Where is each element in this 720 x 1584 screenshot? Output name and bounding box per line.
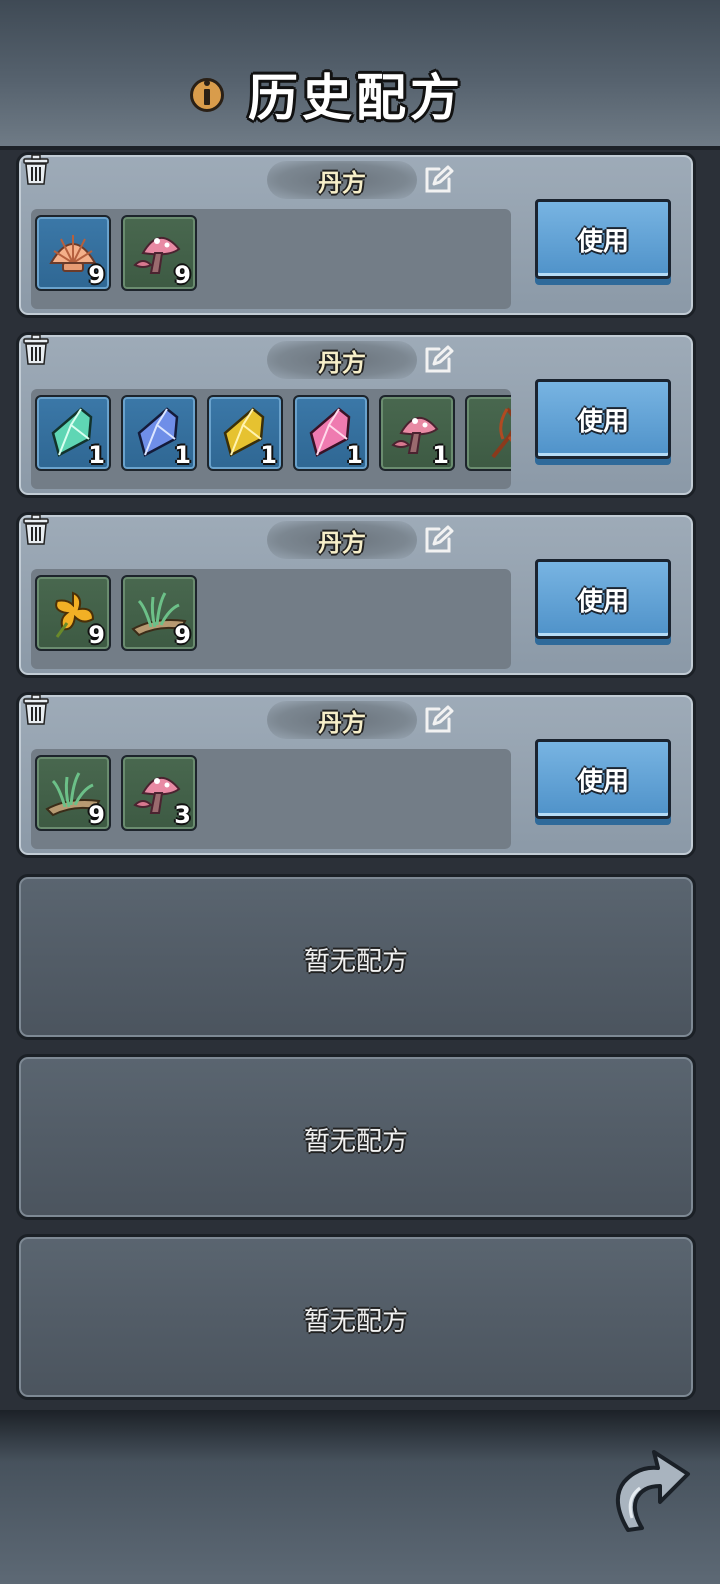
trash-icon[interactable] <box>21 513 51 547</box>
page-title: 历史配方 <box>248 68 464 127</box>
empty-recipe-slot: 暂无配方 <box>16 874 696 1040</box>
empty-recipe-label: 暂无配方 <box>303 1307 408 1337</box>
empty-recipe-label: 暂无配方 <box>303 947 408 977</box>
edit-icon[interactable] <box>421 523 455 557</box>
ingredient-count: 1 <box>88 441 105 469</box>
edit-icon[interactable] <box>421 343 455 377</box>
ingredient-count: 1 <box>432 441 449 469</box>
ingredient-count: 1 <box>260 441 277 469</box>
ingredient-slot[interactable] <box>465 395 511 471</box>
ingredient-slot[interactable]: 9 <box>35 755 111 831</box>
edit-icon[interactable] <box>421 703 455 737</box>
trash-icon[interactable] <box>21 333 51 367</box>
recipe-name: 丹方 <box>267 161 417 199</box>
ingredient-tray: 9 9 <box>31 569 511 669</box>
ingredient-slot[interactable]: 1 <box>293 395 369 471</box>
ingredient-slot[interactable]: 3 <box>121 755 197 831</box>
ingredient-tray: 1 1 1 1 1 <box>31 389 511 489</box>
use-button[interactable]: 使用 <box>535 739 671 819</box>
trash-icon[interactable] <box>21 693 51 727</box>
info-icon[interactable] <box>190 78 224 112</box>
ingredient-tray: 9 3 <box>31 749 511 849</box>
ingredient-slot[interactable]: 9 <box>35 215 111 291</box>
edit-icon[interactable] <box>421 163 455 197</box>
ingredient-count: 9 <box>88 801 105 829</box>
use-button[interactable]: 使用 <box>535 379 671 459</box>
ingredient-count: 9 <box>88 621 105 649</box>
ingredient-count: 3 <box>174 801 191 829</box>
recipe-card: 丹方 9 9 使用 <box>16 152 696 318</box>
recipe-card: 丹方 9 9 使用 <box>16 512 696 678</box>
ingredient-count: 9 <box>174 261 191 289</box>
ingredient-slot[interactable]: 1 <box>207 395 283 471</box>
ingredient-tray: 9 9 <box>31 209 511 309</box>
empty-recipe-label: 暂无配方 <box>303 1127 408 1157</box>
header: 历史配方 <box>0 0 720 150</box>
ingredient-slot[interactable]: 1 <box>35 395 111 471</box>
trash-icon[interactable] <box>21 153 51 187</box>
empty-recipe-slot: 暂无配方 <box>16 1234 696 1400</box>
root-icon <box>491 407 511 459</box>
ingredient-slot[interactable]: 1 <box>379 395 455 471</box>
ingredient-count: 9 <box>88 261 105 289</box>
ingredient-count: 9 <box>174 621 191 649</box>
use-button[interactable]: 使用 <box>535 559 671 639</box>
back-arrow-icon[interactable] <box>606 1444 692 1536</box>
recipe-card: 丹方 1 1 1 1 1 使用 <box>16 332 696 498</box>
recipe-name: 丹方 <box>267 341 417 379</box>
recipe-name: 丹方 <box>267 701 417 739</box>
ingredient-count: 1 <box>174 441 191 469</box>
ingredient-slot[interactable]: 1 <box>121 395 197 471</box>
ingredient-slot[interactable]: 9 <box>35 575 111 651</box>
ingredient-slot[interactable]: 9 <box>121 215 197 291</box>
use-button[interactable]: 使用 <box>535 199 671 279</box>
ingredient-count: 1 <box>346 441 363 469</box>
recipe-name: 丹方 <box>267 521 417 559</box>
ingredient-slot[interactable]: 9 <box>121 575 197 651</box>
empty-recipe-slot: 暂无配方 <box>16 1054 696 1220</box>
recipe-card: 丹方 9 3 使用 <box>16 692 696 858</box>
